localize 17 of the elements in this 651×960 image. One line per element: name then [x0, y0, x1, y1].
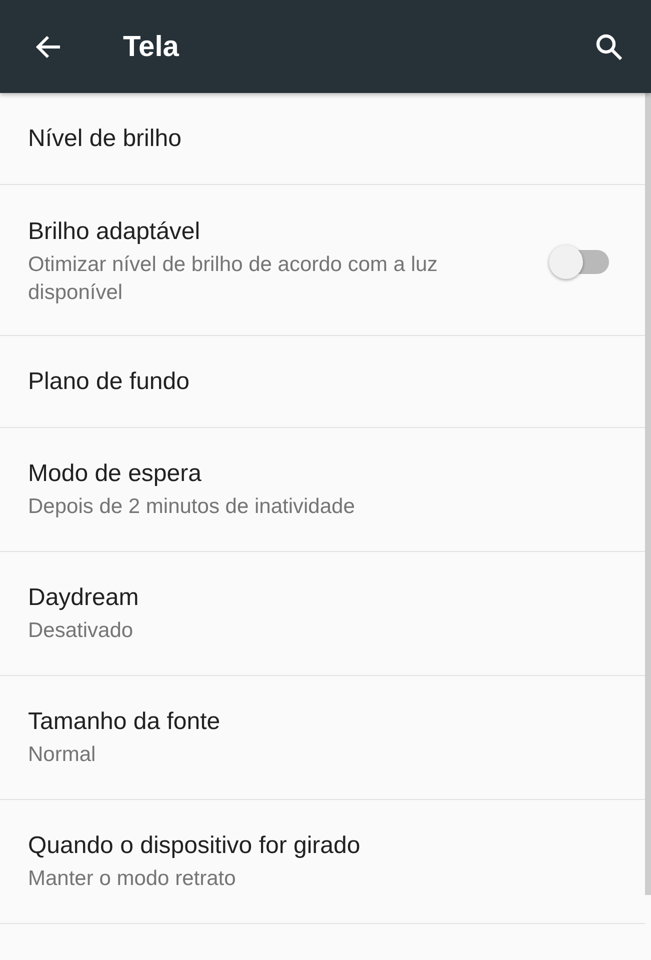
- setting-summary: Otimizar nível de brilho de acordo com a luz disponível: [28, 252, 439, 306]
- setting-title: Daydream: [28, 583, 139, 613]
- setting-title: Plano de fundo: [28, 366, 190, 396]
- setting-title: Nível de brilho: [28, 124, 182, 154]
- toggle-switch[interactable]: [549, 244, 611, 280]
- setting-title: Brilho adaptável: [28, 217, 202, 247]
- setting-summary: Depois de 2 minutos de inatividade: [28, 494, 355, 520]
- search-icon: [595, 32, 623, 60]
- setting-summary: Desativado: [28, 618, 134, 644]
- settings-item[interactable]: Brilho adaptável Otimizar nível de brilho de acordo com a luz disponível: [0, 185, 645, 336]
- setting-title: Tamanho da fonte: [28, 707, 220, 737]
- setting-title: Quando o dispositivo for girado: [28, 831, 360, 861]
- screen-title: Tela: [123, 30, 179, 64]
- setting-summary: Normal: [28, 742, 97, 768]
- setting-summary: Manter o modo retrato: [28, 866, 237, 892]
- setting-title: Modo de espera: [28, 459, 202, 489]
- back-arrow-icon: [35, 34, 61, 58]
